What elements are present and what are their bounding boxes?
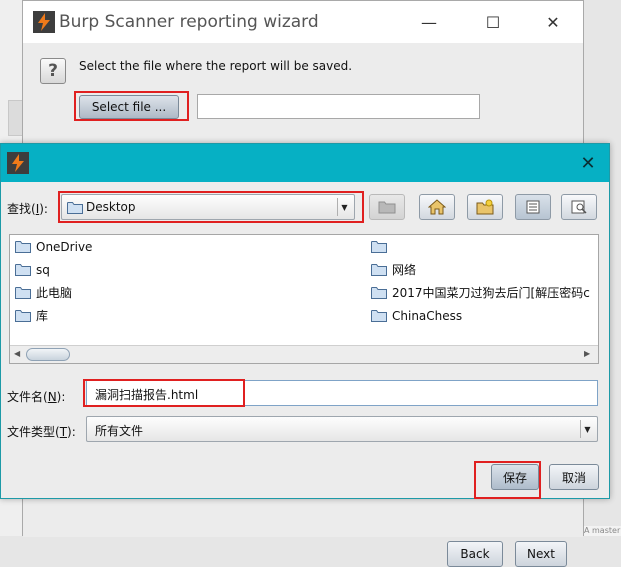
file-name: 此电脑	[36, 286, 73, 300]
list-item[interactable]: sq	[15, 258, 355, 281]
close-icon: ✕	[546, 12, 560, 32]
scroll-left-icon[interactable]: ◀	[14, 349, 20, 358]
wizard-titlebar[interactable]: Burp Scanner reporting wizard — ☐ ✕	[23, 1, 583, 43]
file-name: ChinaChess	[392, 308, 463, 323]
home-icon	[428, 199, 446, 215]
list-item[interactable]	[371, 235, 599, 258]
list-item[interactable]: 网络	[371, 258, 599, 281]
file-name: OneDrive	[36, 239, 93, 254]
list-item[interactable]: OneDrive	[15, 235, 355, 258]
file-type-combo[interactable]: 所有文件 ▼	[86, 416, 598, 442]
back-button[interactable]: Back	[447, 541, 503, 567]
folder-icon	[371, 310, 387, 322]
maximize-button[interactable]: ☐	[471, 7, 515, 37]
list-item[interactable]: 库	[15, 304, 355, 327]
file-name: 网络	[392, 263, 417, 277]
file-list[interactable]: OneDrive sq 此电脑 库 网络 2017中国菜刀过狗去后门[解压密码c…	[9, 234, 599, 364]
details-view-button[interactable]	[561, 194, 597, 220]
list-item[interactable]: 2017中国菜刀过狗去后门[解压密码c	[371, 281, 599, 304]
folder-icon	[371, 241, 387, 253]
new-folder-button[interactable]	[467, 194, 503, 220]
folder-icon	[15, 287, 31, 299]
list-item[interactable]: 此电脑	[15, 281, 355, 304]
file-name: 2017中国菜刀过狗去后门[解压密码c	[392, 286, 590, 300]
report-path-field[interactable]	[197, 94, 480, 119]
folder-icon	[15, 264, 31, 276]
list-item[interactable]: ChinaChess	[371, 304, 599, 327]
help-question-icon: ?	[40, 58, 66, 84]
highlight-select-file	[74, 91, 189, 121]
scroll-right-icon[interactable]: ▶	[584, 349, 590, 358]
scrollbar-thumb[interactable]	[26, 348, 70, 361]
file-name: sq	[36, 262, 50, 277]
wizard-prompt: Select the file where the report will be…	[79, 59, 353, 73]
file-name: 库	[36, 309, 49, 323]
burp-logo-icon	[33, 11, 55, 33]
burp-logo-icon	[7, 152, 29, 174]
folder-icon	[371, 264, 387, 276]
file-list-column-right: 网络 2017中国菜刀过狗去后门[解压密码c ChinaChess	[371, 235, 599, 327]
up-folder-icon	[378, 201, 396, 214]
list-view-button[interactable]	[515, 194, 551, 220]
horizontal-scrollbar[interactable]: ◀ ▶	[10, 345, 598, 363]
close-button[interactable]: ✕	[531, 7, 575, 37]
file-type-value: 所有文件	[95, 424, 144, 438]
folder-icon	[15, 241, 31, 253]
look-in-label: 查找(I):	[7, 202, 48, 216]
dialog-titlebar[interactable]: ✕	[1, 144, 609, 182]
highlight-look-in	[58, 191, 364, 223]
dialog-close-button[interactable]: ✕	[573, 150, 603, 176]
highlight-save	[474, 461, 541, 499]
maximize-icon: ☐	[485, 12, 501, 32]
folder-icon	[371, 287, 387, 299]
close-icon: ✕	[580, 152, 596, 174]
folder-icon	[15, 310, 31, 322]
minimize-icon: —	[421, 12, 437, 32]
highlight-file-name	[83, 379, 245, 407]
up-folder-button[interactable]	[369, 194, 405, 220]
next-button[interactable]: Next	[515, 541, 567, 567]
chevron-down-icon[interactable]: ▼	[580, 420, 594, 438]
details-view-icon	[571, 200, 587, 214]
wizard-title: Burp Scanner reporting wizard	[59, 12, 319, 32]
list-view-icon	[526, 200, 540, 214]
save-file-dialog: ✕ 查找(I): Desktop ▼ OneDrive sq 此电脑 库 网络 …	[0, 143, 610, 499]
background-edge-text: A master	[584, 526, 621, 536]
file-type-label: 文件类型(T):	[7, 425, 76, 439]
new-folder-icon	[476, 199, 494, 215]
minimize-button[interactable]: —	[407, 7, 451, 37]
file-name-label: 文件名(N):	[7, 390, 66, 404]
file-list-column-left: OneDrive sq 此电脑 库	[15, 235, 355, 327]
home-button[interactable]	[419, 194, 455, 220]
cancel-button[interactable]: 取消	[549, 464, 599, 490]
